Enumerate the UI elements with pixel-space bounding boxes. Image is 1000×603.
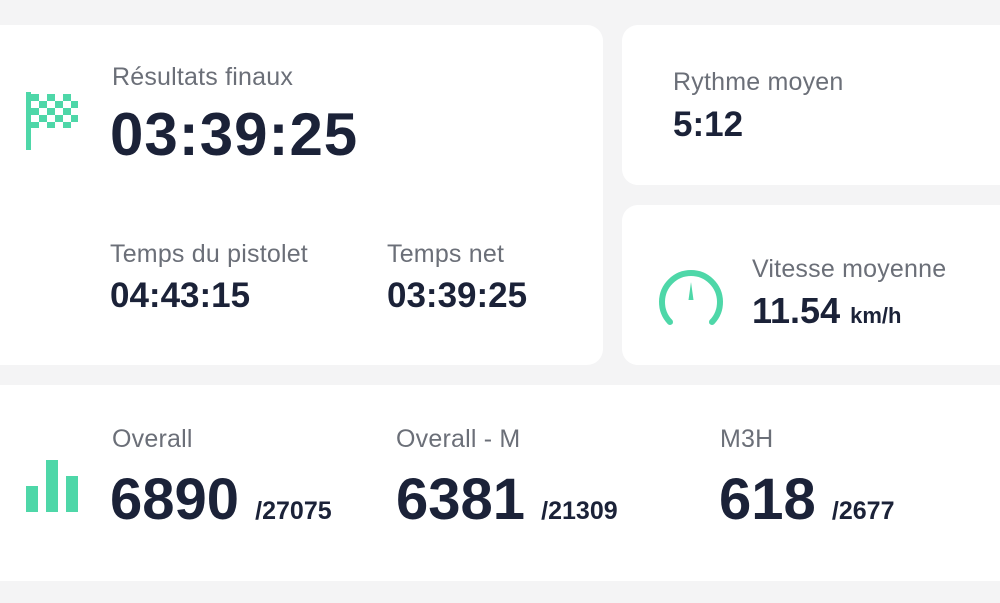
speedometer-icon bbox=[659, 270, 723, 325]
net-time-label: Temps net bbox=[387, 240, 505, 268]
ranking-label-category: M3H bbox=[720, 425, 774, 453]
bar-chart-icon bbox=[26, 460, 78, 512]
ranking-total: /27075 bbox=[255, 497, 332, 525]
ranking-rank: 618 bbox=[719, 467, 816, 532]
ranking-value-overall: 6890 /27075 bbox=[110, 466, 332, 533]
speed-label: Vitesse moyenne bbox=[752, 255, 947, 283]
ranking-label-overall: Overall bbox=[112, 425, 193, 453]
ranking-rank: 6381 bbox=[396, 467, 526, 532]
speed-value-row: 11.54 km/h bbox=[752, 290, 901, 332]
ranking-rank: 6890 bbox=[110, 467, 240, 532]
pace-label: Rythme moyen bbox=[673, 68, 844, 96]
ranking-total: /21309 bbox=[541, 497, 618, 525]
gun-time-label: Temps du pistolet bbox=[110, 240, 308, 268]
ranking-total: /2677 bbox=[831, 497, 895, 525]
speed-value: 11.54 bbox=[752, 290, 841, 331]
ranking-label-gender: Overall - M bbox=[396, 425, 521, 453]
gun-time: 04:43:15 bbox=[110, 276, 251, 315]
net-time: 03:39:25 bbox=[387, 276, 528, 315]
checkered-flag-icon bbox=[26, 92, 78, 150]
final-time: 03:39:25 bbox=[110, 101, 359, 168]
final-results-label: Résultats finaux bbox=[112, 63, 294, 91]
ranking-value-category: 618 /2677 bbox=[719, 466, 894, 533]
ranking-value-gender: 6381 /21309 bbox=[396, 466, 618, 533]
speed-unit: km/h bbox=[850, 303, 902, 328]
pace-value: 5:12 bbox=[673, 105, 744, 144]
